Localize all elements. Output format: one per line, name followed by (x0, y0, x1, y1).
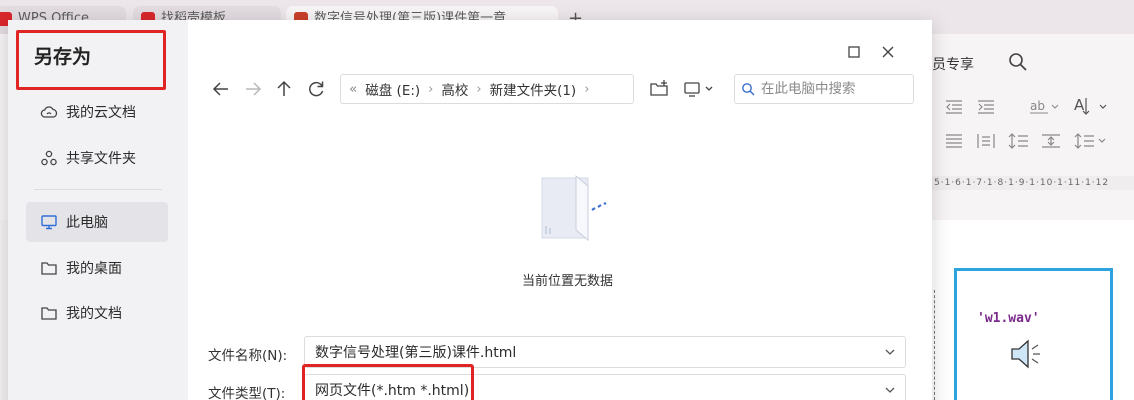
filetype-highlight-box (302, 364, 474, 400)
computer-icon (41, 215, 57, 230)
slide-guide-line (934, 290, 938, 400)
share-icon (41, 150, 57, 166)
search-field[interactable] (734, 74, 914, 104)
breadcrumb-separator: › (428, 81, 434, 97)
breadcrumb-new-folder[interactable]: 新建文件夹(1) (490, 79, 577, 99)
member-exclusive-label[interactable]: 员专享 (932, 54, 974, 74)
audio-filename: 'w1.wav' (977, 311, 1040, 326)
forward-button[interactable] (242, 78, 264, 100)
sidebar-item-documents[interactable]: 我的文档 (26, 293, 168, 333)
save-as-dialog: 另存为 我的云文档 共享文件夹 此电脑 我的桌面 我的文档 « 磁盘 (E:) … (8, 20, 932, 400)
close-button[interactable] (878, 42, 898, 62)
line-spacing-icon[interactable] (1008, 132, 1030, 150)
decrease-indent-icon[interactable] (944, 98, 964, 116)
text-direction-icon[interactable]: A (1074, 96, 1110, 118)
sidebar-item-desktop[interactable]: 我的桌面 (26, 248, 168, 288)
audio-object-frame[interactable]: 'w1.wav' (954, 268, 1113, 400)
search-icon (742, 83, 755, 96)
align-left-icon[interactable] (944, 132, 964, 150)
paragraph-spacing-icon[interactable] (1040, 132, 1062, 150)
sidebar-item-label: 我的云文档 (66, 105, 136, 121)
cloud-icon (40, 106, 58, 118)
folder-icon (41, 262, 57, 275)
filename-label: 文件名称(N): (208, 348, 288, 364)
sidebar-item-label: 此电脑 (66, 215, 108, 231)
breadcrumb-universities[interactable]: 高校 (441, 79, 468, 99)
breadcrumb-separator[interactable]: › (584, 82, 589, 97)
sidebar-item-label: 我的桌面 (66, 261, 122, 277)
text-case-icon[interactable]: ab (1028, 98, 1060, 116)
sidebar-item-shared-folder[interactable]: 共享文件夹 (26, 138, 168, 178)
sidebar-item-label: 我的文档 (66, 306, 122, 322)
horizontal-ruler[interactable]: 5·1·6·1·7·1·8·1·9·1·10·1·11·1·12 (932, 176, 1134, 190)
speaker-icon[interactable] (1009, 337, 1043, 371)
back-button[interactable] (210, 78, 232, 100)
breadcrumb-overflow[interactable]: « (349, 81, 357, 97)
filetype-label: 文件类型(T): (208, 386, 286, 400)
chevron-down-icon[interactable] (883, 383, 897, 397)
refresh-button[interactable] (305, 78, 327, 100)
up-button[interactable] (273, 78, 295, 100)
view-mode-button[interactable] (682, 78, 718, 100)
search-icon[interactable] (1008, 52, 1028, 72)
sidebar-item-cloud-docs[interactable]: 我的云文档 (26, 92, 168, 132)
breadcrumb-separator: › (476, 81, 482, 97)
increase-indent-icon[interactable] (976, 98, 996, 116)
filename-value[interactable]: 数字信号处理(第三版)课件.html (315, 342, 516, 362)
sidebar-item-label: 共享文件夹 (66, 151, 136, 167)
new-folder-button[interactable] (648, 78, 670, 100)
spacing-options-icon[interactable] (1074, 132, 1108, 150)
sidebar-divider (34, 189, 162, 190)
distributed-align-icon[interactable] (976, 132, 996, 150)
dialog-sidebar: 另存为 我的云文档 共享文件夹 此电脑 我的桌面 我的文档 (8, 20, 188, 400)
empty-folder-icon (541, 174, 607, 242)
title-highlight-box (16, 30, 166, 90)
breadcrumb[interactable]: « 磁盘 (E:) › 高校 › 新建文件夹(1) › (340, 74, 634, 104)
svg-text:ab: ab (1030, 99, 1045, 113)
maximize-button[interactable] (844, 42, 864, 62)
folder-icon (41, 307, 57, 320)
chevron-down-icon[interactable] (883, 345, 897, 359)
search-input[interactable] (761, 81, 907, 97)
breadcrumb-drive-e[interactable]: 磁盘 (E:) (365, 79, 420, 99)
empty-state-message: 当前位置无数据 (522, 274, 614, 289)
sidebar-item-this-pc[interactable]: 此电脑 (26, 202, 168, 242)
